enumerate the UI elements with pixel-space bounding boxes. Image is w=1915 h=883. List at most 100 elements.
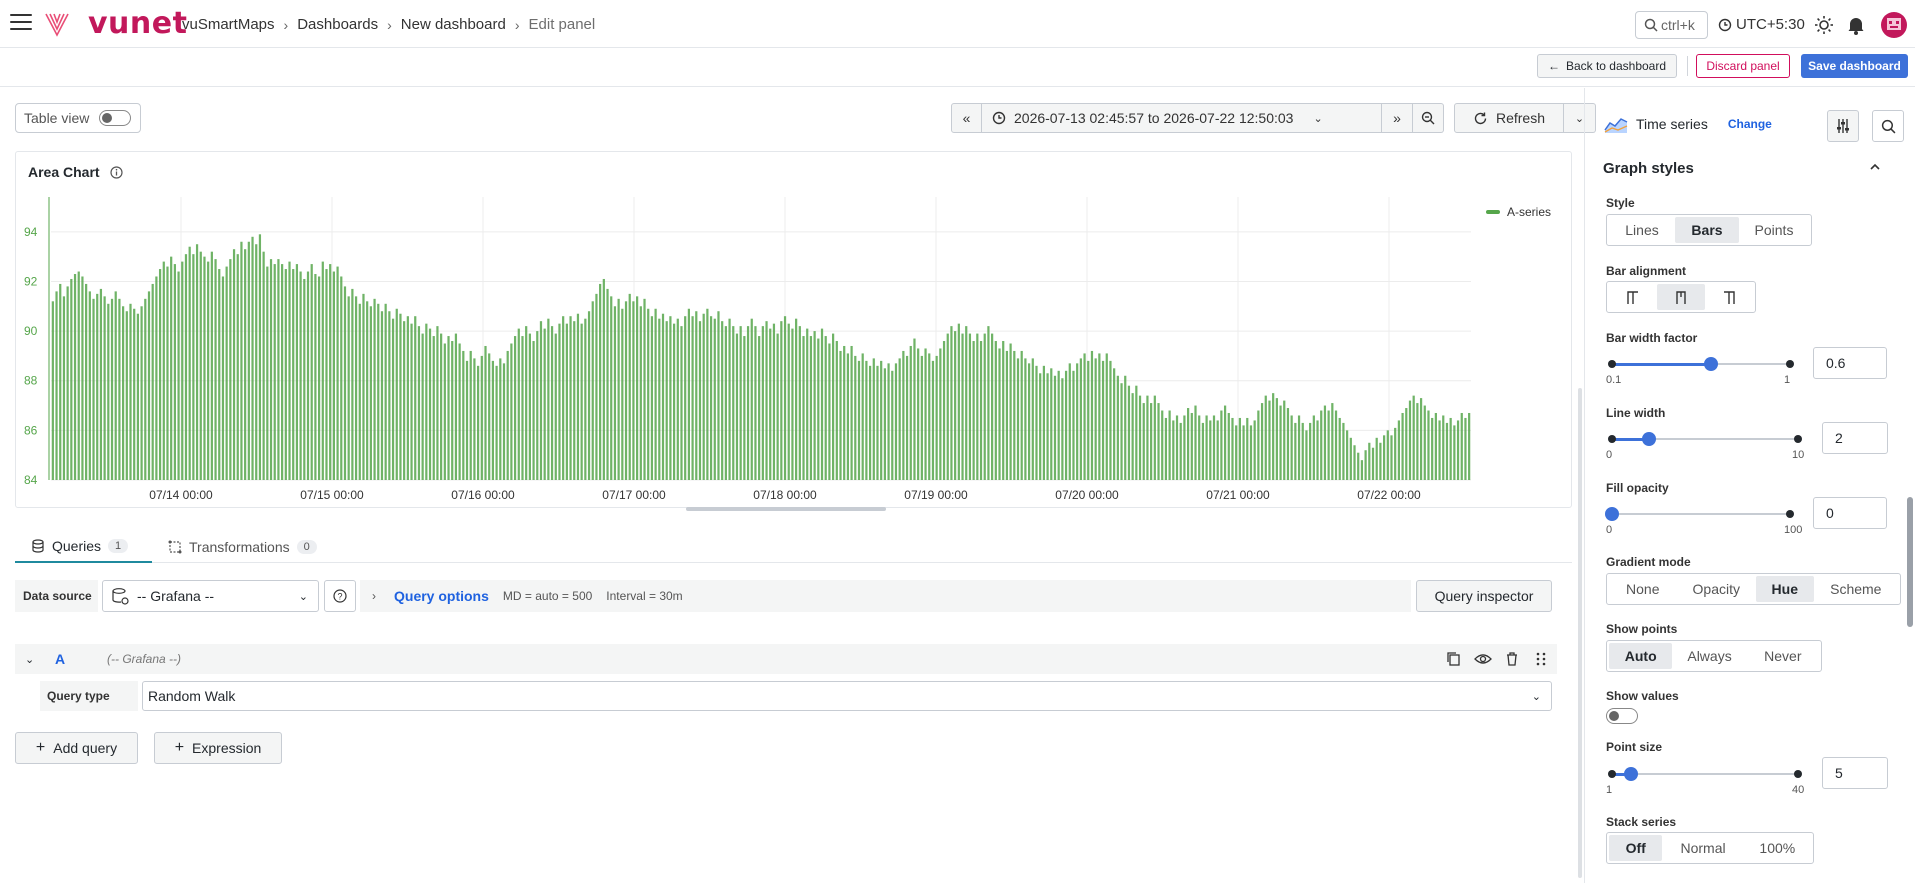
options-scrollbar-thumb[interactable]	[1907, 497, 1913, 627]
gradient-option-hue[interactable]: Hue	[1755, 576, 1814, 602]
bar	[602, 278, 605, 480]
brand-name[interactable]: vunet	[88, 6, 187, 41]
chevron-up-icon[interactable]	[1868, 160, 1882, 174]
bar-width-input[interactable]: 0.6	[1813, 347, 1887, 379]
breadcrumb-item-new-dashboard[interactable]: New dashboard	[401, 16, 506, 33]
brand-logo-icon[interactable]	[44, 11, 70, 37]
stack-option-percent[interactable]: 100%	[1744, 835, 1811, 861]
gradient-option-scheme[interactable]: Scheme	[1814, 576, 1898, 602]
y-tick-label: 86	[24, 423, 38, 437]
options-toggle-button[interactable]	[1827, 110, 1859, 142]
eye-icon[interactable]	[1473, 649, 1493, 669]
drag-handle-icon[interactable]	[1531, 649, 1551, 669]
datasource-picker[interactable]: -- Grafana -- ⌄	[102, 580, 319, 612]
bar	[321, 261, 324, 480]
search-options-button[interactable]	[1872, 110, 1904, 142]
back-to-dashboard-button[interactable]: ← Back to dashboard	[1537, 54, 1677, 78]
bar	[140, 306, 143, 480]
gradient-option-opacity[interactable]: Opacity	[1677, 576, 1756, 602]
query-ref-id[interactable]: A	[55, 651, 65, 667]
add-query-button[interactable]: + Add query	[15, 732, 138, 764]
bar	[532, 341, 535, 480]
query-type-select[interactable]: Random Walk ⌄	[142, 681, 1552, 711]
editor-scrollbar[interactable]	[1578, 388, 1582, 878]
line-width-input[interactable]: 2	[1822, 422, 1888, 454]
options-scrollbar[interactable]	[1907, 150, 1913, 883]
fill-opacity-input[interactable]: 0	[1813, 497, 1887, 529]
datasource-help-button[interactable]: ?	[324, 580, 356, 612]
panel-resize-handle[interactable]	[686, 507, 886, 511]
options-pane-divider[interactable]	[1584, 88, 1585, 883]
query-options-bar[interactable]: › Query options MD = auto = 500 Interval…	[360, 580, 1411, 612]
fill-opacity-slider[interactable]: 0 100	[1605, 505, 1802, 536]
duplicate-icon[interactable]	[1444, 649, 1464, 669]
style-option-points[interactable]: Points	[1739, 217, 1809, 243]
bar	[528, 333, 531, 480]
slider-thumb[interactable]	[1703, 357, 1718, 371]
query-inspector-button[interactable]: Query inspector	[1416, 580, 1552, 612]
visualization-picker[interactable]: Time series Change	[1604, 114, 1772, 134]
tab-queries[interactable]: Queries 1	[15, 530, 152, 563]
refresh-button[interactable]: Refresh	[1454, 103, 1564, 133]
bar-align-center-icon[interactable]	[1657, 284, 1705, 310]
save-dashboard-button[interactable]: Save dashboard	[1801, 54, 1908, 78]
show-points-option-auto[interactable]: Auto	[1609, 643, 1673, 669]
table-view-toggle[interactable]	[99, 110, 132, 126]
theme-toggle-icon[interactable]	[1812, 13, 1836, 37]
y-tick-label: 90	[24, 324, 38, 338]
zoom-out-button[interactable]	[1413, 103, 1444, 133]
add-expression-button[interactable]: + Expression	[154, 732, 282, 764]
query-row-header[interactable]: ⌄ A (-- Grafana --)	[15, 644, 1557, 674]
line-width-slider[interactable]: 0 10	[1606, 430, 1804, 461]
bar	[1390, 435, 1393, 480]
slider-thumb[interactable]	[1605, 507, 1619, 521]
menu-icon[interactable]	[10, 14, 32, 32]
bar	[229, 259, 232, 480]
breadcrumb-item-dashboards[interactable]: Dashboards	[297, 16, 378, 33]
bar	[232, 249, 236, 480]
visualization-header: Time series Change	[1589, 106, 1907, 146]
timezone-display[interactable]: UTC+5:30	[1718, 16, 1805, 33]
chevron-down-icon[interactable]: ⌄	[25, 653, 34, 666]
bar	[207, 261, 210, 480]
trash-icon[interactable]	[1502, 649, 1522, 669]
bar	[639, 306, 642, 480]
style-option-bars[interactable]: Bars	[1675, 217, 1739, 243]
bar	[1242, 425, 1245, 480]
shift-back-button[interactable]: «	[951, 103, 982, 133]
info-icon[interactable]	[109, 165, 123, 179]
bar	[806, 328, 809, 480]
point-size-slider[interactable]: 1 40	[1606, 765, 1804, 796]
slider-thumb[interactable]	[1624, 767, 1639, 781]
bar	[1268, 400, 1271, 480]
show-points-option-always[interactable]: Always	[1672, 643, 1746, 669]
slider-track[interactable]	[1612, 513, 1790, 515]
tab-transformations[interactable]: Transformations 0	[168, 530, 317, 563]
bar	[1039, 373, 1042, 480]
slider-track[interactable]	[1612, 773, 1798, 775]
time-range-picker[interactable]: 2026-07-13 02:45:57 to 2026-07-22 12:50:…	[982, 103, 1382, 133]
discard-panel-button[interactable]: Discard panel	[1696, 54, 1790, 78]
show-points-option-never[interactable]: Never	[1747, 643, 1819, 669]
show-values-toggle[interactable]	[1606, 708, 1638, 724]
bell-icon[interactable]	[1844, 13, 1868, 37]
change-visualization-link[interactable]: Change	[1728, 117, 1772, 131]
gradient-option-none[interactable]: None	[1609, 576, 1677, 602]
shift-forward-button[interactable]: »	[1382, 103, 1413, 133]
search-button[interactable]: ctrl+k	[1635, 11, 1708, 39]
bar	[1127, 385, 1131, 480]
point-size-input[interactable]: 5	[1822, 757, 1888, 789]
bar	[1379, 442, 1382, 480]
slider-thumb[interactable]	[1642, 432, 1657, 446]
stack-option-normal[interactable]: Normal	[1662, 835, 1743, 861]
bar-width-slider[interactable]: 0.1 1	[1606, 355, 1794, 386]
breadcrumb-item-vusmartmaps[interactable]: vuSmartMaps	[182, 16, 275, 33]
table-view-switch[interactable]: Table view	[15, 103, 141, 133]
style-option-lines[interactable]: Lines	[1609, 217, 1675, 243]
bar-align-before-icon[interactable]	[1609, 284, 1657, 310]
graph-styles-title[interactable]: Graph styles	[1603, 160, 1694, 177]
chart-legend[interactable]: A-series	[1485, 205, 1551, 219]
stack-option-off[interactable]: Off	[1609, 835, 1663, 861]
bar-align-after-icon[interactable]	[1705, 284, 1753, 310]
user-avatar[interactable]	[1881, 12, 1907, 38]
